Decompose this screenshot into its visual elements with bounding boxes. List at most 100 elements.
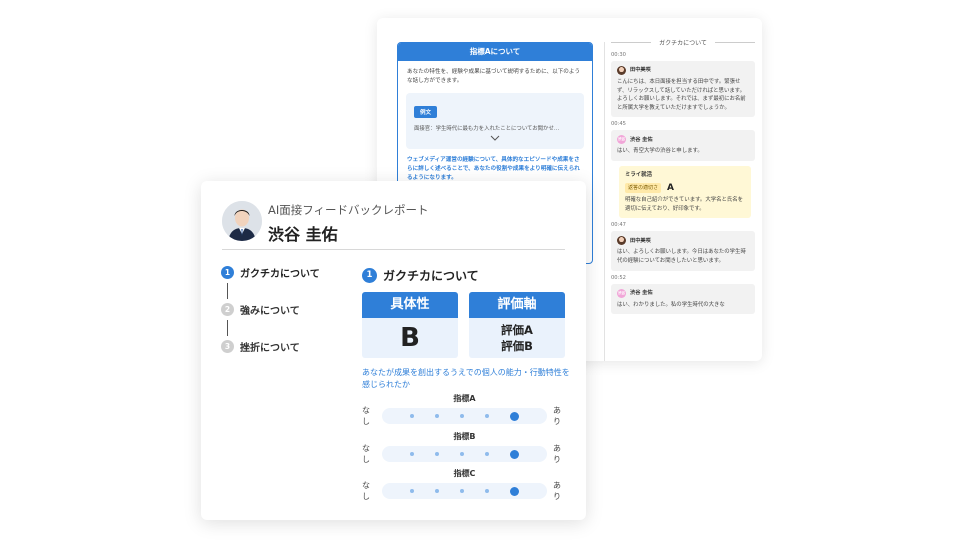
indicator-scale: 指標B なし あり bbox=[362, 431, 567, 465]
interviewer-avatar bbox=[617, 66, 626, 75]
message-text: こんにちは、本日面接を担当する田中です。緊張せず、リラックスして話していただけれ… bbox=[617, 79, 746, 111]
title-line bbox=[714, 41, 756, 43]
interviewer-avatar bbox=[617, 236, 626, 246]
scale-min-label: なし bbox=[362, 406, 370, 426]
scale-track[interactable] bbox=[382, 446, 547, 462]
evaluation-axis-b: 評価B bbox=[501, 339, 533, 353]
scale-title: 指標C bbox=[453, 469, 476, 478]
nav-connector bbox=[227, 283, 228, 299]
scale-min-label: なし bbox=[362, 481, 370, 501]
scale-row: なし あり bbox=[362, 443, 567, 465]
speaker: 渋谷 渋谷 圭佑 bbox=[617, 288, 749, 298]
feedback-grade-row: 返答の適切さ A bbox=[625, 182, 745, 194]
nav-item-strengths[interactable]: 2 強みについて bbox=[221, 302, 320, 317]
speaker: 田中美咲 bbox=[617, 236, 749, 246]
feedback-report-card: AI面接フィードバックレポート 渋谷 圭佑 1 ガクチカについて 2 強みについ… bbox=[201, 181, 586, 520]
scale-row: なし あり bbox=[362, 405, 567, 427]
header-divider bbox=[222, 249, 565, 250]
timestamp: 00:45 bbox=[611, 121, 626, 128]
scale-dot[interactable] bbox=[459, 452, 464, 456]
specificity-grade: B bbox=[400, 323, 420, 353]
person-name: 渋谷 圭佑 bbox=[268, 225, 338, 244]
scale-dot[interactable] bbox=[484, 452, 489, 456]
ai-feedback-bubble: ミライ就活 返答の適切さ A 明確な自己紹介ができています。大学名と氏名を適切に… bbox=[619, 165, 751, 219]
feedback-grade: A bbox=[667, 182, 674, 193]
speaker: 田中美咲 bbox=[617, 66, 749, 75]
chat-message: 渋谷 渋谷 圭佑 はい、青空大学の渋谷と申します。 bbox=[611, 130, 755, 161]
specificity-score-box: 具体性 B bbox=[362, 292, 458, 358]
example-text: 面接官：学生時代に最も力を入れたことについてお聞かせ… bbox=[414, 126, 560, 132]
scale-min-label: なし bbox=[362, 444, 370, 464]
nav-connector bbox=[227, 320, 228, 336]
chat-message: 田中美咲 こんにちは、本日面接を担当する田中です。緊張せず、リラックスして話して… bbox=[611, 61, 755, 118]
scale-dot[interactable] bbox=[410, 489, 415, 493]
scale-dot[interactable] bbox=[410, 452, 415, 456]
speaker: 渋谷 渋谷 圭佑 bbox=[617, 135, 749, 145]
timestamp: 00:52 bbox=[611, 274, 626, 281]
nav-item-setbacks[interactable]: 3 挫折について bbox=[221, 339, 320, 354]
scale-dot-selected[interactable] bbox=[509, 449, 519, 459]
scale-dot[interactable] bbox=[410, 414, 415, 418]
nav-item-gakuchika[interactable]: 1 ガクチカについて bbox=[221, 265, 320, 280]
scale-max-label: あり bbox=[553, 481, 561, 501]
section-title: ガクチカについて bbox=[383, 269, 479, 283]
scale-title: 指標B bbox=[453, 432, 476, 441]
scale-dot-selected[interactable] bbox=[509, 486, 519, 496]
chat-title: ガクチカについて bbox=[659, 39, 707, 47]
timestamp: 00:47 bbox=[611, 222, 626, 229]
nav-number: 1 bbox=[221, 266, 234, 279]
vertical-divider bbox=[604, 42, 605, 361]
chat-message: 田中美咲 はい、よろしくお願いします。今日はあなたの学生時代の経験についてお聞き… bbox=[611, 231, 755, 271]
chevron-down-icon[interactable] bbox=[414, 134, 576, 143]
nav-number: 3 bbox=[221, 340, 234, 353]
report-title: AI面接フィードバックレポート bbox=[268, 203, 429, 217]
scale-dot[interactable] bbox=[435, 489, 440, 493]
scale-dot[interactable] bbox=[484, 489, 489, 493]
scale-dot[interactable] bbox=[435, 452, 440, 456]
indicator-a-description: あなたの特性を、経験や成果に基づいて説明するために、以下のような話し方ができます… bbox=[407, 69, 581, 84]
candidate-avatar: 渋谷 bbox=[617, 288, 626, 298]
message-text: はい、わかりました。私の学生時代の大きな bbox=[617, 301, 725, 308]
section-nav: 1 ガクチカについて 2 強みについて 3 挫折について bbox=[221, 265, 320, 354]
section-number: 1 bbox=[362, 268, 377, 283]
title-line bbox=[611, 41, 652, 43]
feedback-badge: 返答の適切さ bbox=[625, 182, 662, 194]
scale-max-label: あり bbox=[553, 444, 561, 464]
scale-dot-selected[interactable] bbox=[509, 411, 519, 421]
scale-max-label: あり bbox=[553, 406, 561, 426]
scale-dot[interactable] bbox=[459, 489, 464, 493]
message-text: はい、青空大学の渋谷と申します。 bbox=[617, 148, 703, 155]
chat-message: 渋谷 渋谷 圭佑 はい、わかりました。私の学生時代の大きな bbox=[611, 283, 755, 315]
scale-row: なし あり bbox=[362, 480, 567, 502]
evaluation-description: あなたが成果を創出するうえでの個人の能力・行動特性を感じられたか bbox=[362, 368, 570, 389]
example-box[interactable]: 例文 面接官：学生時代に最も力を入れたことについてお聞かせ… bbox=[406, 93, 584, 149]
speaker-name: 渋谷 圭佑 bbox=[630, 289, 653, 296]
scale-track[interactable] bbox=[382, 408, 547, 424]
feedback-text: 明確な自己紹介ができています。大学名と氏名を適切に伝えており、好印象です。 bbox=[625, 197, 744, 212]
speaker-name: 渋谷 圭佑 bbox=[630, 136, 653, 143]
advice-text: ウェブメディア運営の経験について、具体的なエピソードや成果をさらに詳しく述べるこ… bbox=[407, 157, 580, 181]
speaker-name: 田中美咲 bbox=[630, 237, 651, 244]
evaluation-axis-a: 評価A bbox=[501, 323, 533, 337]
scale-dot[interactable] bbox=[459, 414, 464, 418]
feedback-title: ミライ就活 bbox=[625, 171, 652, 178]
candidate-avatar: 渋谷 bbox=[617, 135, 626, 145]
chat-title-row: ガクチカについて bbox=[611, 36, 756, 48]
indicator-scale: 指標A なし あり bbox=[362, 393, 567, 427]
speaker-name: 田中美咲 bbox=[630, 67, 651, 74]
scale-dot[interactable] bbox=[484, 414, 489, 418]
section-heading: 1 ガクチカについて bbox=[362, 267, 479, 284]
example-tag: 例文 bbox=[414, 106, 438, 118]
nav-number: 2 bbox=[221, 303, 234, 316]
scale-title: 指標A bbox=[453, 394, 476, 403]
chat-transcript: ガクチカについて 00:30 田中美咲 こんにちは、本日面接を担当する田中です。… bbox=[611, 36, 756, 315]
scale-dot[interactable] bbox=[435, 414, 440, 418]
message-text: はい、よろしくお願いします。今日はあなたの学生時代の経験についてお聞きしたいと思… bbox=[617, 249, 746, 264]
nav-label: ガクチカについて bbox=[240, 269, 320, 280]
specificity-label: 具体性 bbox=[362, 292, 458, 318]
timestamp: 00:30 bbox=[611, 52, 626, 58]
avatar-icon bbox=[222, 201, 262, 241]
indicator-scale: 指標C なし あり bbox=[362, 468, 567, 502]
evaluation-axis-label: 評価軸 bbox=[469, 292, 565, 318]
scale-track[interactable] bbox=[382, 483, 547, 499]
